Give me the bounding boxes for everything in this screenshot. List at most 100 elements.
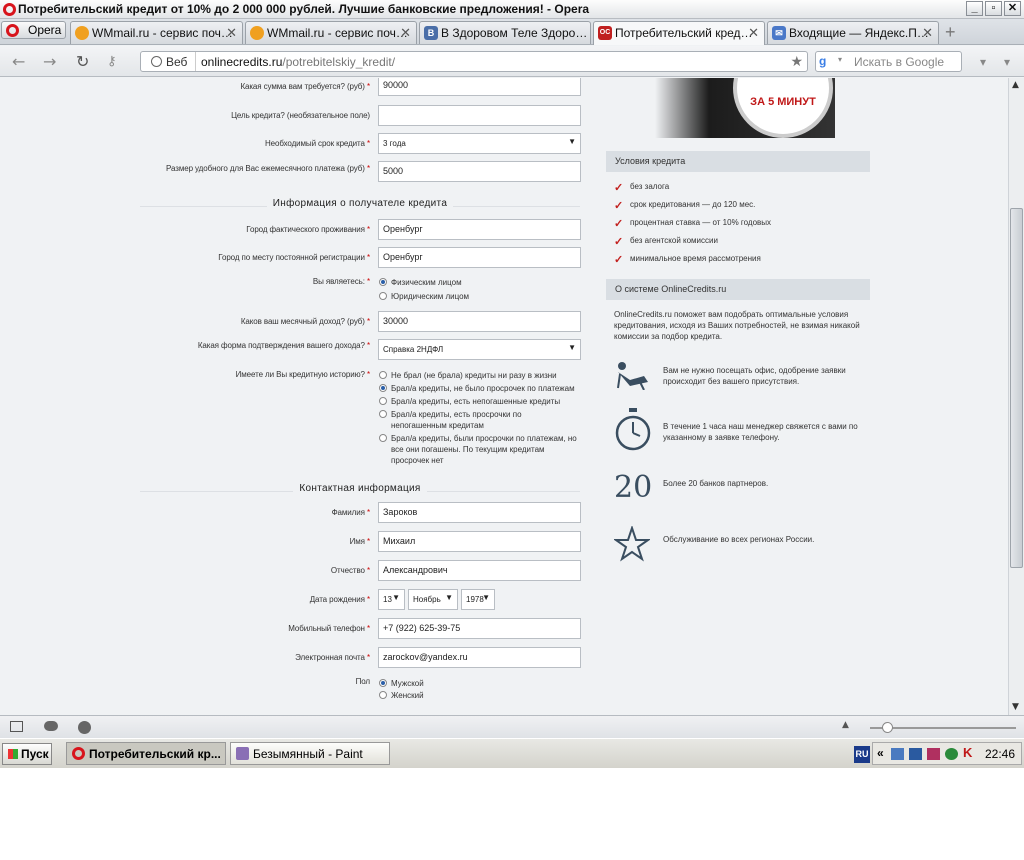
title-bar: Потребительский кредит от 10% до 2 000 0…	[0, 0, 1024, 19]
city-actual-label: Город фактического проживания *	[246, 225, 370, 234]
radio-checked-icon	[379, 679, 387, 687]
birth-day-select[interactable]: 13 ▼	[378, 589, 405, 610]
radio-history-delays-paid[interactable]: Брал/а кредиты, были просрочки по платеж…	[379, 433, 579, 466]
tray-volume-icon[interactable]	[909, 748, 922, 760]
radio-history-no-delays[interactable]: Брал/а кредиты, не было просрочек по пла…	[379, 383, 579, 394]
birth-month-select[interactable]: Ноябрь ▼	[408, 589, 458, 610]
wmmail-favicon-icon	[75, 26, 89, 40]
tab-yandex-mail[interactable]: ✉ Входящие — Яндекс.П… ✕	[767, 21, 939, 44]
window-title: Потребительский кредит от 10% до 2 000 0…	[18, 2, 590, 16]
condition-item: ✓ без залога	[614, 182, 670, 194]
payment-input[interactable]: 5000	[378, 161, 581, 182]
mail-envelope-icon: ✉	[772, 26, 786, 40]
email-input[interactable]: zarockov@yandex.ru	[378, 647, 581, 668]
speed-dial-gauge-icon[interactable]	[78, 721, 91, 734]
purpose-label: Цель кредита? (необязательное поле)	[231, 111, 370, 120]
zoom-slider[interactable]	[870, 722, 1016, 733]
radio-individual[interactable]: Физическим лицом	[379, 277, 579, 288]
radio-checked-icon	[379, 384, 387, 392]
surname-input[interactable]: Зароков	[378, 502, 581, 523]
page-viewport: Какая сумма вам требуется? (руб) * 90000…	[0, 78, 1008, 715]
language-indicator[interactable]: RU	[854, 746, 870, 763]
reload-icon[interactable]: ↻	[76, 52, 89, 71]
scroll-down-arrow-icon[interactable]: ▼	[1012, 702, 1019, 712]
city-reg-input[interactable]: Оренбург	[378, 247, 581, 268]
close-tab-icon[interactable]: ✕	[922, 25, 933, 41]
scrollbar-thumb[interactable]	[1010, 208, 1023, 568]
dropdown-arrow-icon: ▼	[392, 593, 400, 602]
amount-label: Какая сумма вам требуется? (руб) *	[240, 82, 370, 91]
close-tab-icon[interactable]: ✕	[400, 25, 411, 41]
tab-wmmail-1[interactable]: WMmail.ru - сервис поч… ✕	[70, 21, 243, 44]
feature-text: Обслуживание во всех регионах России.	[663, 535, 815, 544]
purpose-input[interactable]	[378, 105, 581, 126]
name-label: Имя *	[349, 537, 371, 546]
checkmark-icon: ✓	[614, 182, 624, 194]
search-field[interactable]: g ▾ Искать в Google	[815, 51, 962, 72]
amount-input[interactable]: 90000	[378, 78, 581, 96]
web-security-badge[interactable]: Веб	[141, 52, 196, 71]
radio-gender-female[interactable]: Женский	[379, 690, 579, 701]
radio-history-unpaid[interactable]: Брал/а кредиты, есть непогашенные кредит…	[379, 396, 579, 407]
section-borrower-heading: Информация о получателе кредита	[140, 198, 580, 212]
close-window-button[interactable]: ✕	[1004, 1, 1021, 16]
cloud-icon[interactable]	[44, 721, 58, 731]
tab-onlinecredits[interactable]: OC Потребительский кред… ✕	[593, 21, 765, 45]
scroll-up-arrow-icon[interactable]: ▲	[1012, 80, 1019, 90]
gender-label: Пол	[355, 677, 371, 686]
vertical-scrollbar[interactable]: ▲ ▼	[1008, 78, 1024, 715]
opera-menu-button[interactable]: Opera	[1, 21, 66, 39]
panel-toggle-icon[interactable]	[10, 721, 23, 732]
scroll-top-arrow-icon[interactable]: ▲	[842, 720, 849, 730]
forward-arrow-icon[interactable]: →	[43, 52, 56, 71]
taskbar-item-opera[interactable]: Потребительский кр...	[66, 742, 226, 765]
chevron-down-icon[interactable]: ▾	[838, 55, 842, 64]
radio-legal-entity[interactable]: Юридическим лицом	[379, 291, 579, 302]
name-input[interactable]: Михаил	[378, 531, 581, 552]
tray-app-icon[interactable]	[945, 748, 958, 760]
windows-flag-icon	[8, 749, 18, 759]
key-wand-icon[interactable]: ⚷	[107, 54, 117, 69]
radio-history-delays-unpaid[interactable]: Брал/а кредиты, есть просрочки по непога…	[379, 409, 579, 431]
close-tab-icon[interactable]: ✕	[226, 25, 237, 41]
promo-banner: ЗА 5 МИНУТ	[655, 78, 835, 138]
tray-expand-icon[interactable]: «	[877, 746, 884, 760]
opera-logo-icon	[3, 3, 16, 16]
income-proof-select[interactable]: Справка 2НДФЛ ▼	[378, 339, 581, 360]
condition-item: ✓ без агентской комиссии	[614, 236, 718, 248]
minimize-button[interactable]: _	[966, 1, 983, 16]
back-arrow-icon[interactable]: ←	[12, 52, 25, 71]
relax-chair-icon	[617, 362, 648, 390]
term-select[interactable]: 3 года ▼	[378, 133, 581, 154]
radio-gender-male[interactable]: Мужской	[379, 678, 579, 689]
bookmark-star-icon[interactable]: ★	[790, 53, 803, 70]
checkmark-icon: ✓	[614, 218, 624, 230]
radio-empty-icon	[379, 410, 387, 418]
zoom-slider-handle[interactable]	[882, 722, 893, 733]
stopwatch-icon	[615, 408, 651, 451]
tray-app-icon[interactable]	[927, 748, 940, 760]
condition-item: ✓ процентная ставка — от 10% годовых	[614, 218, 772, 230]
phone-input[interactable]: +7 (922) 625-39-75	[378, 618, 581, 639]
panel-chevron-icon[interactable]: ▾	[1004, 55, 1010, 69]
radio-history-never[interactable]: Не брал (не брала) кредиты ни разу в жиз…	[379, 370, 579, 381]
birth-year-select[interactable]: 1978 ▼	[461, 589, 495, 610]
url-field[interactable]: Веб onlinecredits.ru/potrebitelskiy_kred…	[140, 51, 808, 72]
menu-chevron-icon[interactable]: ▾	[980, 55, 986, 69]
new-tab-plus-icon[interactable]: +	[945, 22, 956, 43]
dropdown-arrow-icon: ▼	[482, 593, 490, 602]
tray-network-icon[interactable]	[891, 748, 904, 760]
patronymic-input[interactable]: Александрович	[378, 560, 581, 581]
feature-text: Более 20 банков партнеров.	[663, 479, 769, 488]
start-button[interactable]: Пуск	[2, 743, 52, 765]
tab-zdorove[interactable]: В В Здоровом Теле Здоро…	[419, 21, 591, 44]
radio-checked-icon	[379, 278, 387, 286]
taskbar-item-paint[interactable]: Безымянный - Paint	[230, 742, 390, 765]
income-input[interactable]: 30000	[378, 311, 581, 332]
city-actual-input[interactable]: Оренбург	[378, 219, 581, 240]
tab-wmmail-2[interactable]: WMmail.ru - сервис поч… ✕	[245, 21, 417, 44]
tray-kaspersky-icon[interactable]: K	[963, 745, 972, 760]
close-tab-icon[interactable]: ✕	[748, 25, 759, 41]
maximize-button[interactable]: ▫	[985, 1, 1002, 16]
about-text: OnlineCredits.ru поможет вам подобрать о…	[614, 310, 860, 341]
